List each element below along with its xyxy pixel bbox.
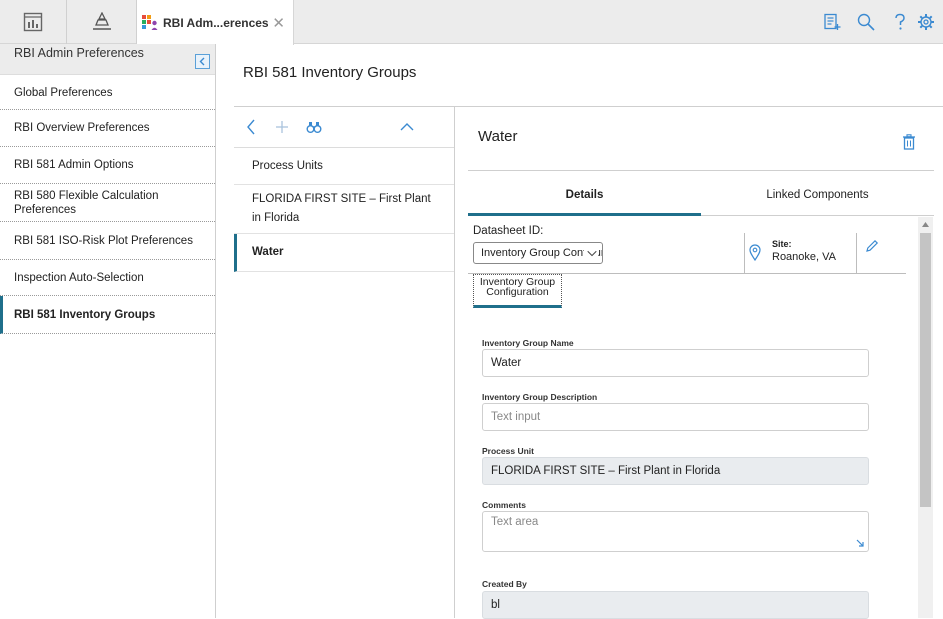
back-icon[interactable] [245,118,257,136]
chevron-up-icon[interactable] [399,118,415,136]
sidebar-item-label: RBI 581 ISO-Risk Plot Preferences [14,234,193,247]
dashboard-button[interactable] [0,0,67,44]
search-icon [857,13,875,31]
list-toolbar [234,107,454,148]
edit-pencil-icon[interactable] [865,239,879,253]
help-icon [895,13,905,30]
sidebar-item-label: Inspection Auto-Selection [14,271,144,284]
trash-icon[interactable] [902,134,916,150]
tab-label: RBI Adm...erences [163,15,269,30]
tasks-button[interactable] [815,0,849,44]
gear-icon [918,14,934,30]
tab-linked-components[interactable]: Linked Components [701,189,934,201]
rbi-app-icon [142,14,158,30]
created-by-label: Created By [482,579,527,589]
collapse-left-icon [199,57,205,66]
sidebar-item-rbi-581-iso-risk-plot[interactable]: RBI 581 ISO-Risk Plot Preferences [0,222,215,260]
resize-handle-icon[interactable] [856,539,865,548]
hierarchy-button[interactable] [67,0,137,44]
asset-hierarchy-icon [92,12,111,30]
binoculars-icon[interactable] [306,118,322,136]
scrollbar-thumb[interactable] [920,233,931,507]
dashboard-icon [23,12,43,32]
list-item-water[interactable]: Water [234,234,454,272]
detail-panel: Water Details Linked Components Datashee… [456,107,943,619]
tab-rbi-admin-preferences[interactable]: RBI Adm...erences ✕ [137,0,294,45]
task-list-icon [824,13,841,30]
sidebar: RBI Admin Preferences Global Preferences… [0,44,216,618]
inventory-group-description-field[interactable]: Text input [482,403,869,431]
section-tab-inventory-group-configuration[interactable]: Inventory Group Configuration [473,274,562,308]
add-icon[interactable] [274,118,290,136]
top-bar: RBI Adm...erences ✕ [0,0,943,45]
search-button[interactable] [849,0,883,44]
detail-title: Water [478,128,518,145]
tab-close-icon[interactable]: ✕ [272,14,285,32]
sidebar-item-rbi-overview-preferences[interactable]: RBI Overview Preferences [0,110,215,147]
created-by-field: bl [482,591,869,619]
comments-textarea[interactable]: Text area [482,511,869,552]
comments-placeholder: Text area [491,516,539,528]
sidebar-item-inspection-auto-selection[interactable]: Inspection Auto-Selection [0,260,215,296]
process-unit-field: FLORIDA FIRST SITE – First Plant in Flor… [482,457,869,485]
datasheet-label: Datasheet ID: [473,225,544,237]
sidebar-item-rbi-581-admin-options[interactable]: RBI 581 Admin Options [0,147,215,184]
collapse-sidebar-button[interactable] [195,54,210,69]
list-item-process-units[interactable]: Process Units [234,148,454,185]
sidebar-item-label: RBI Overview Preferences [14,122,150,134]
list-item-label: Process Units [252,159,323,172]
scrollbar[interactable] [918,217,933,618]
process-unit-label: Process Unit [482,446,534,456]
location-pin-icon [749,244,761,261]
scroll-up-arrow-icon[interactable] [921,221,930,228]
datasheet-select[interactable]: Inventory Group Configuration [473,242,603,264]
chevron-down-icon [584,247,598,259]
sidebar-item-label: RBI 580 Flexible Calculation Preferences [14,189,159,216]
sidebar-item-label: RBI 581 Admin Options [14,159,134,171]
inventory-group-name-label: Inventory Group Name [482,338,574,348]
sidebar-item-global-preferences[interactable]: Global Preferences [0,75,215,110]
list-item-label: Water [252,246,284,258]
settings-button[interactable] [917,0,943,44]
tab-details[interactable]: Details [468,189,701,201]
help-button[interactable] [883,0,917,44]
page-title: RBI 581 Inventory Groups [243,64,417,81]
list-panel: Process Units FLORIDA FIRST SITE – First… [234,107,455,618]
list-item-florida-first-site[interactable]: FLORIDA FIRST SITE – First Plant in Flor… [234,185,454,234]
sidebar-header: RBI Admin Preferences [0,44,215,75]
sidebar-header-label: RBI Admin Preferences [14,46,144,60]
divider [744,233,745,273]
site-label: Site: [772,239,792,249]
divider [468,170,934,171]
sidebar-item-label: RBI 581 Inventory Groups [14,308,156,321]
sidebar-item-rbi-581-inventory-groups[interactable]: RBI 581 Inventory Groups [0,296,215,334]
list-item-label: FLORIDA FIRST SITE – First Plant in Flor… [252,193,431,224]
comments-label: Comments [482,500,526,510]
divider [856,233,857,273]
sidebar-item-rbi-580-flexible-calculation[interactable]: RBI 580 Flexible Calculation Preferences [0,184,215,222]
sidebar-item-label: Global Preferences [14,87,113,99]
site-value: Roanoke, VA [772,251,837,263]
inventory-group-name-field[interactable]: Water [482,349,869,377]
inventory-group-description-label: Inventory Group Description [482,392,598,402]
active-tab-indicator [468,213,701,216]
